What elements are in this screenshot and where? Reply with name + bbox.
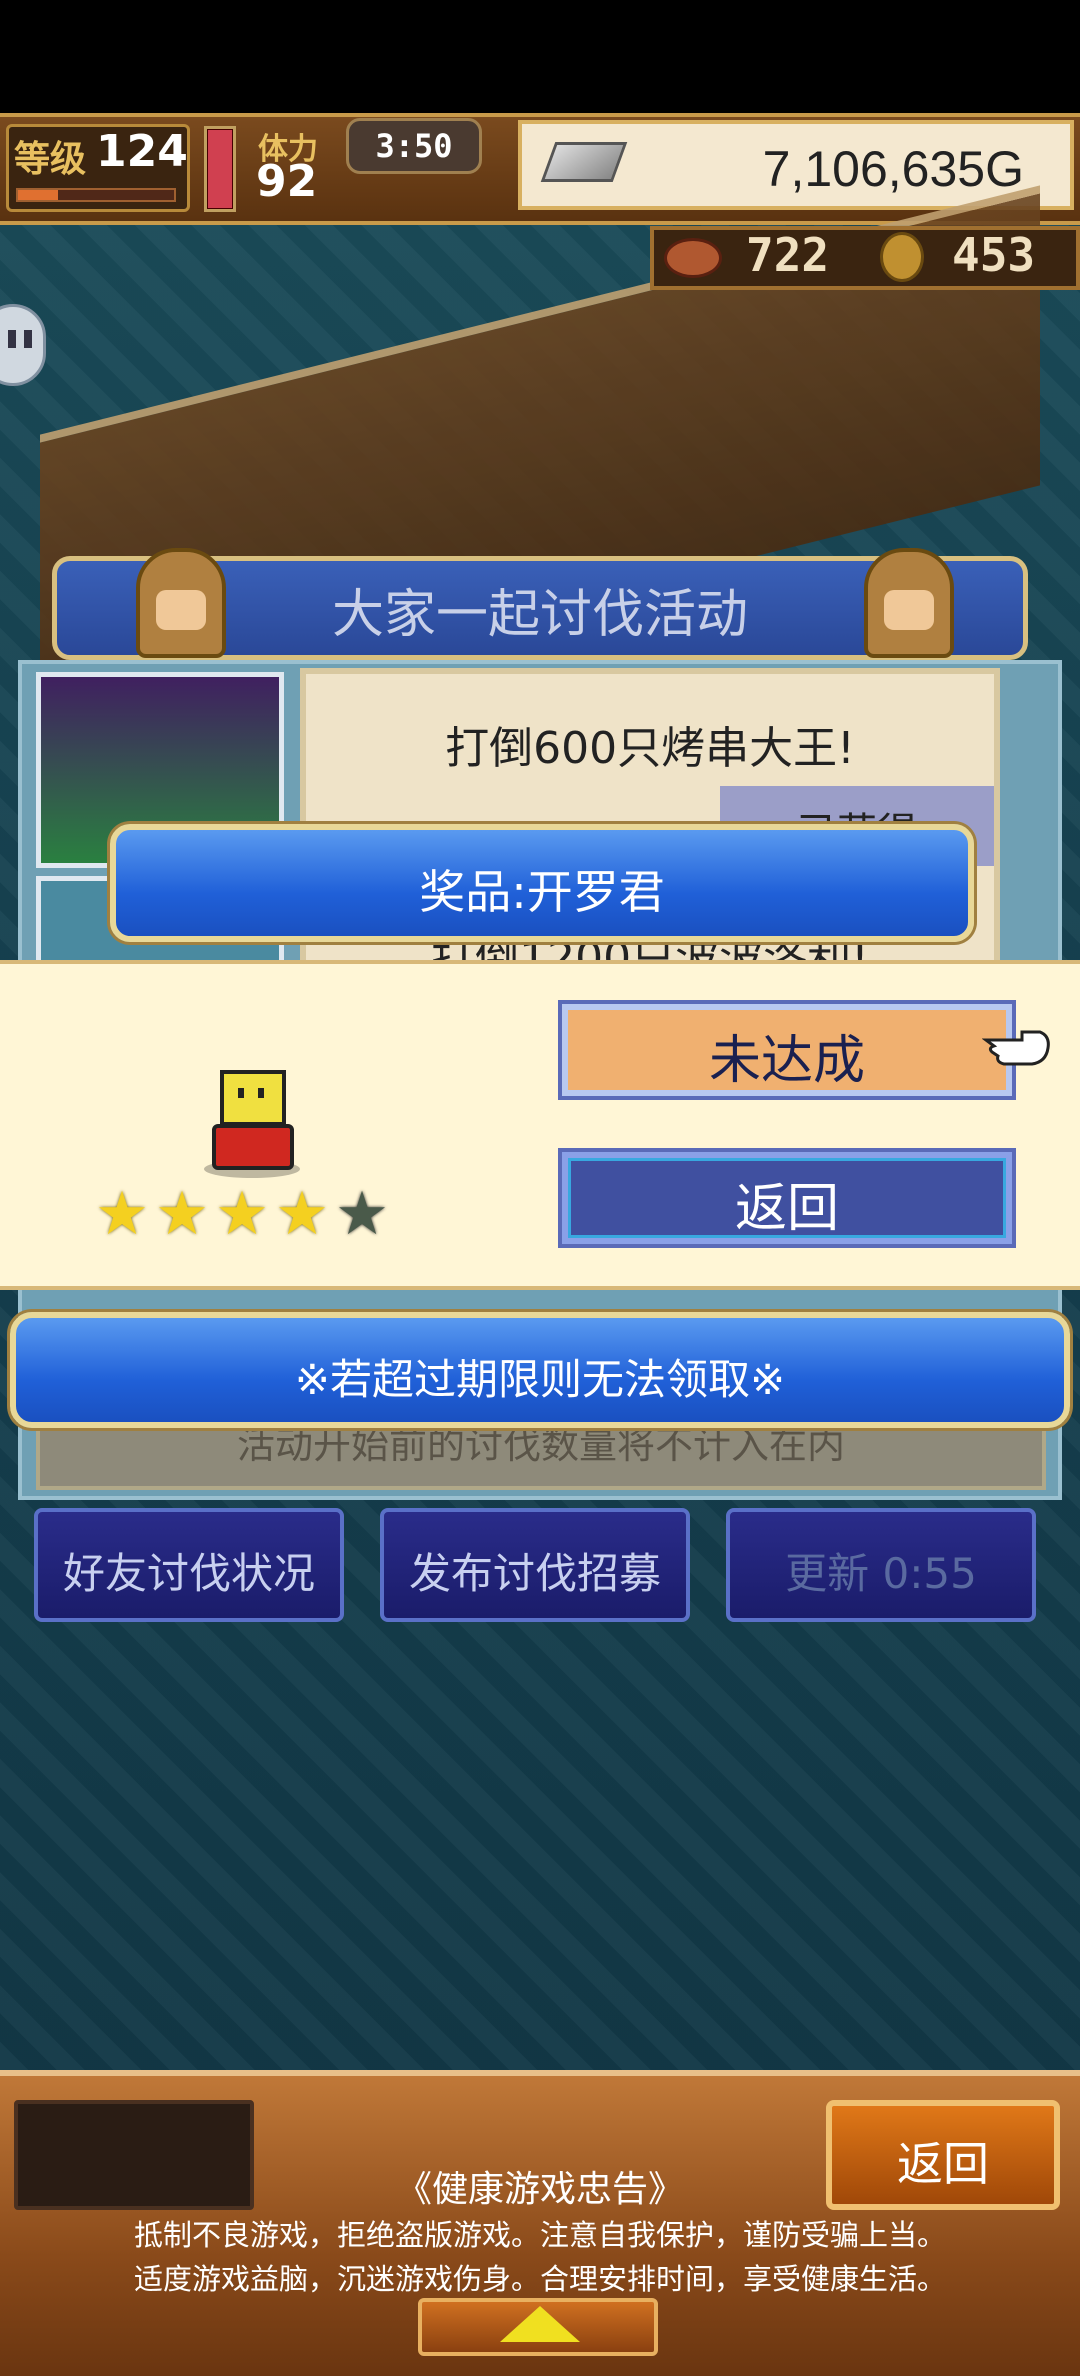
silver-ingot-icon: [540, 142, 628, 182]
gold-value: 7,106,635G: [762, 141, 1024, 197]
star-icon: ★: [155, 1179, 209, 1249]
unmet-button-label[interactable]: 未达成: [558, 1018, 1016, 1093]
recovery-timer: 3:50: [346, 118, 482, 174]
kairo-character-body: [212, 1124, 294, 1170]
pointing-hand-icon: [982, 1030, 1050, 1066]
kairo-character-icon: [220, 1070, 286, 1126]
coin-count: 453: [952, 228, 1036, 282]
stamina-gauge-fill: [208, 130, 232, 208]
xp-bar-fill: [18, 190, 58, 200]
health-advice-title: 《健康游戏忠告》: [395, 2169, 684, 2210]
star-icon: ★: [95, 1179, 149, 1249]
prize-title: 奖品:开罗君: [419, 865, 665, 919]
friends-status-label[interactable]: 好友讨伐状况: [34, 1540, 344, 1601]
meat-count: 722: [746, 228, 830, 282]
stamina-value: 92: [256, 156, 318, 207]
knight-face: [884, 590, 934, 630]
coin-icon: [880, 232, 924, 282]
star-icon: ★: [215, 1179, 269, 1249]
character-eye: [258, 1088, 264, 1098]
chat-icon-eye: [8, 330, 16, 348]
popup-back-button-label[interactable]: 返回: [558, 1166, 1016, 1241]
health-advice-line: 抵制不良游戏，拒绝盗版游戏。注意自我保护，谨防受骗上当。: [133, 2218, 946, 2252]
health-advice-line: 适度游戏益脑，沉迷游戏伤身。合理安排时间，享受健康生活。: [133, 2262, 946, 2296]
star-icon: ★: [275, 1179, 329, 1249]
refresh-label[interactable]: 更新 0:55: [726, 1540, 1036, 1601]
star-icon: ★: [335, 1179, 389, 1249]
knight-face: [156, 590, 206, 630]
post-recruit-label[interactable]: 发布讨伐招募: [380, 1540, 690, 1601]
meat-icon: [664, 238, 722, 278]
star-rating: ★ ★ ★ ★ ★: [92, 1184, 412, 1248]
level-label: 等级: [14, 139, 87, 180]
up-arrow-icon: [500, 2306, 580, 2342]
task-1-text: 打倒600只烤串大王!: [445, 723, 855, 774]
expiry-warning: ※若超过期限则无法领取※: [294, 1355, 786, 1404]
chat-icon-eye: [24, 330, 32, 348]
character-eye: [238, 1088, 244, 1098]
level-value: 124: [96, 126, 188, 177]
